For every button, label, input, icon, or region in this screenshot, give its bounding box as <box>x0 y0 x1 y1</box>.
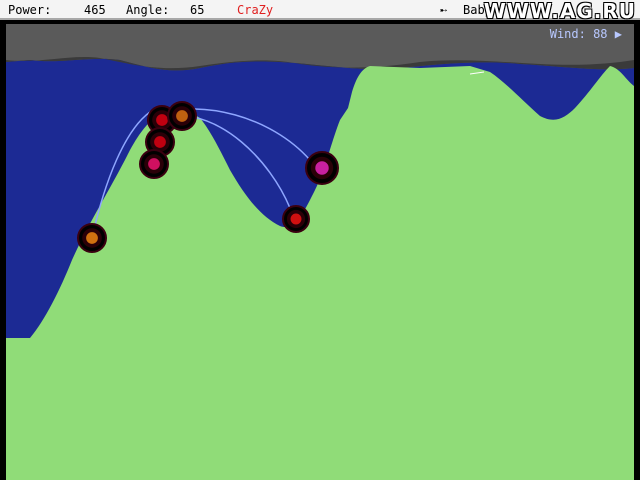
tank-core <box>315 161 329 175</box>
arrow-right-icon: ▶ <box>614 27 622 41</box>
wind-indicator: Wind: 88 ▶ <box>550 27 622 41</box>
power-value: 465 <box>84 3 106 17</box>
angle-value: 65 <box>190 3 205 17</box>
wind-value: 88 <box>593 27 608 41</box>
wind-label: Wind: <box>549 27 586 41</box>
tank-core <box>148 158 160 170</box>
tank-core <box>290 213 302 225</box>
player-name: CraZy <box>237 3 274 17</box>
tank-core <box>154 136 166 148</box>
power-label: Power: <box>8 3 52 17</box>
battlefield[interactable] <box>0 20 640 480</box>
tank-core <box>156 114 168 126</box>
missile-icon: ➸ <box>440 3 448 17</box>
tank-core <box>86 232 98 244</box>
angle-label: Angle: <box>126 3 170 17</box>
status-bar: Power: 465 Angle: 65 CraZy ➸ Baby WWW.AG… <box>0 0 640 23</box>
tank-core <box>176 110 188 122</box>
